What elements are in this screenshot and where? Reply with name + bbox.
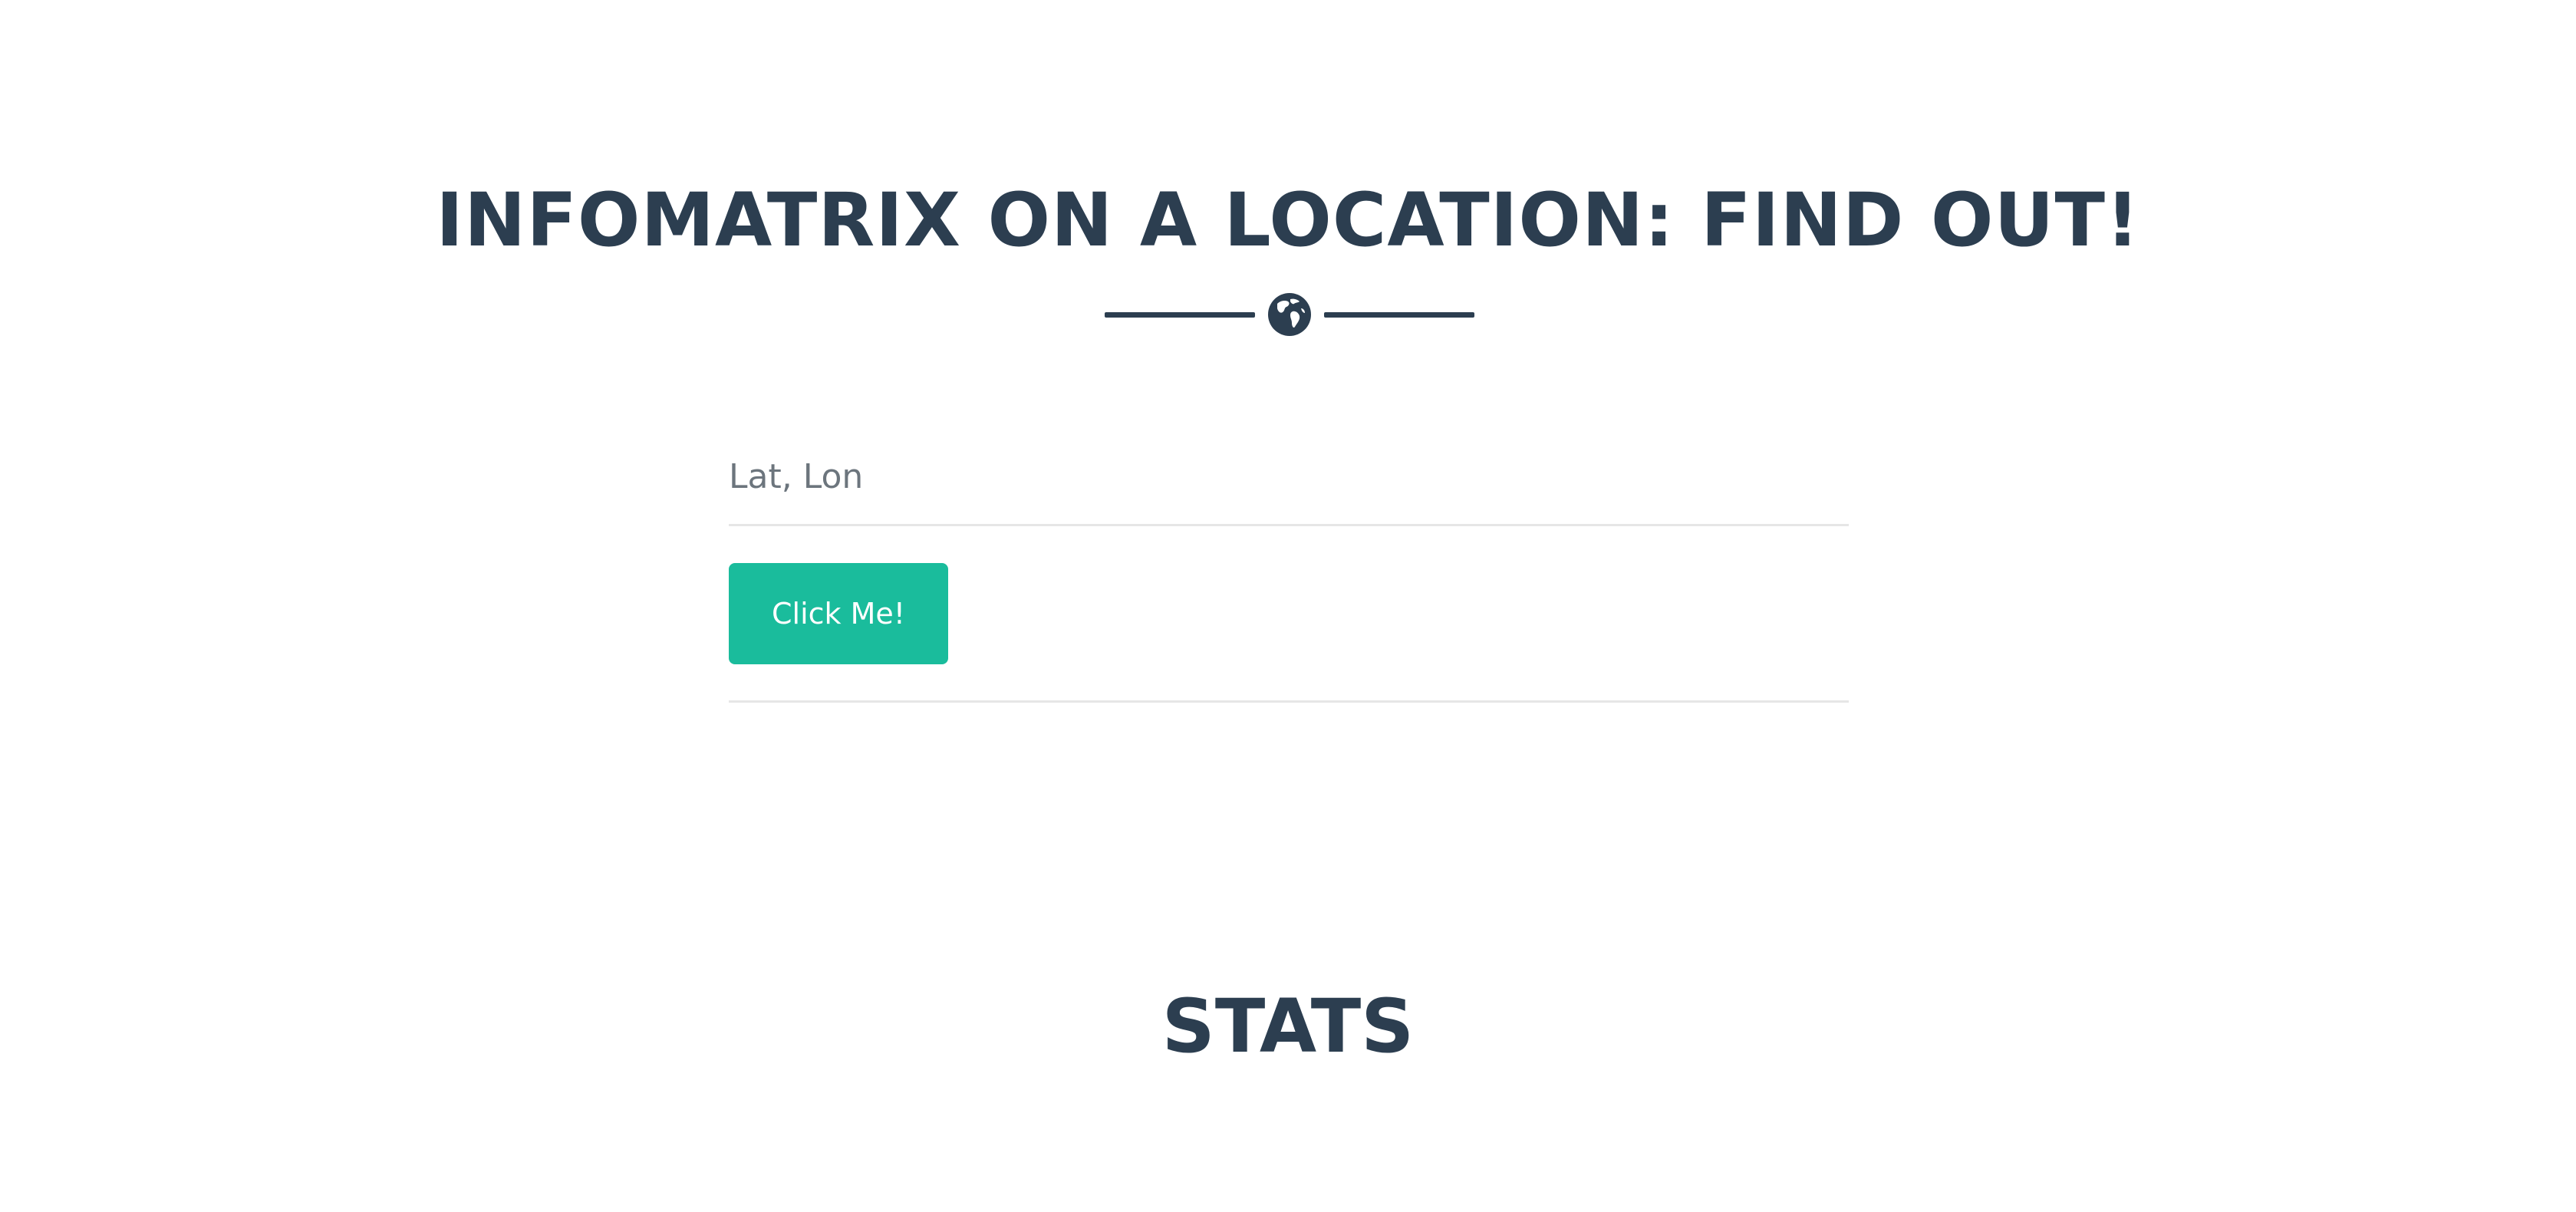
location-form: Click Me! <box>729 430 1849 703</box>
divider-line-left <box>1105 312 1255 318</box>
title-divider <box>1105 290 1474 339</box>
form-bottom-rule <box>729 700 1849 703</box>
stats-title: STATS <box>1161 983 1415 1069</box>
page-title: INFOMATRIX ON A LOCATION: FIND OUT! <box>436 177 2140 263</box>
divider-line-right <box>1324 312 1474 318</box>
submit-button[interactable]: Click Me! <box>729 563 948 664</box>
globe-icon <box>1268 293 1311 336</box>
latlon-input[interactable] <box>729 430 1849 526</box>
